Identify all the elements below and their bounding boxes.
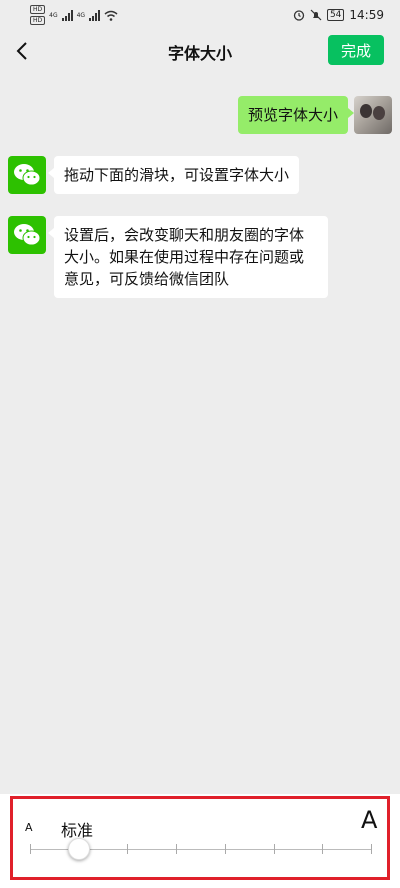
message-bubble-self: 预览字体大小 [237, 96, 355, 134]
alarm-icon [293, 10, 305, 21]
hd-badge: HD [30, 16, 46, 25]
done-button[interactable]: 完成 [328, 35, 384, 65]
avatar[interactable] [354, 96, 392, 134]
slider-tick[interactable] [322, 844, 324, 854]
message-bubble: 设置后，会改变聊天和朋友圈的字体大小。如果在使用过程中存在问题或意见，可反馈给微… [48, 216, 328, 298]
large-font-label: A [361, 806, 378, 834]
status-right: 54 14:59 [293, 8, 384, 22]
clock: 14:59 [349, 8, 384, 22]
nav-bar: 字体大小 完成 [0, 30, 400, 74]
small-font-label: A [25, 821, 33, 834]
slider-tick[interactable] [371, 844, 372, 854]
wechat-logo-icon [8, 216, 46, 254]
slider-tick[interactable] [30, 844, 31, 854]
slider-tick[interactable] [176, 844, 178, 854]
message-bubble: 拖动下面的滑块，可设置字体大小 [47, 156, 300, 194]
status-left: HD HD 4G 4G [30, 5, 118, 25]
message-incoming: 设置后，会改变聊天和朋友圈的字体大小。如果在使用过程中存在问题或意见，可反馈给微… [8, 216, 328, 298]
wechat-logo-icon [8, 156, 46, 194]
mute-icon [310, 9, 322, 21]
signal-icon [61, 9, 73, 21]
hd-badge: HD [30, 5, 46, 14]
message-incoming: 拖动下面的滑块，可设置字体大小 [8, 156, 300, 194]
message-self: 预览字体大小 [237, 96, 392, 134]
signal-icon [89, 9, 101, 21]
slider-tick[interactable] [224, 844, 226, 854]
font-size-slider-thumb[interactable] [67, 838, 90, 860]
network-type: 4G [76, 11, 86, 19]
status-bar: HD HD 4G 4G 54 14:59 [0, 0, 400, 30]
slider-tick[interactable] [273, 844, 275, 854]
wifi-icon [104, 10, 118, 21]
network-type: 4G [49, 11, 58, 19]
back-button[interactable] [8, 36, 36, 66]
battery-icon: 54 [326, 9, 345, 21]
hd-indicators: HD HD [30, 5, 46, 25]
font-size-panel [0, 794, 400, 888]
page-title: 字体大小 [167, 44, 232, 63]
chevron-left-icon [16, 42, 27, 60]
slider-tick[interactable] [127, 844, 129, 854]
